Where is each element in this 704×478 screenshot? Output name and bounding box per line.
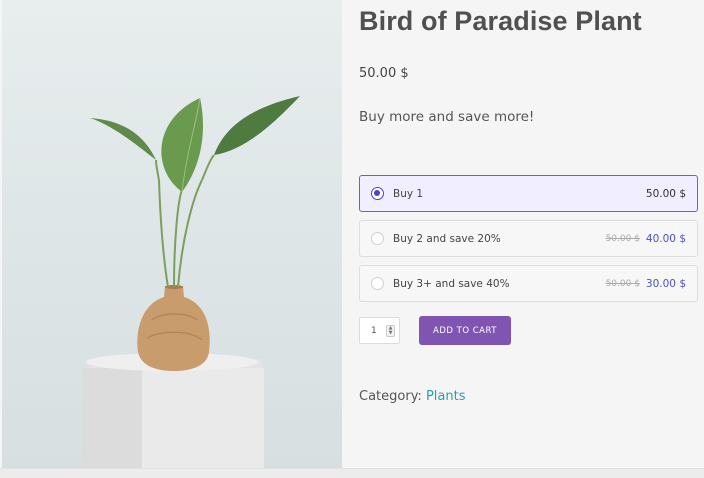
offer-price: 50.00 $ bbox=[645, 187, 686, 200]
radio-button[interactable] bbox=[371, 187, 384, 200]
add-to-cart-button[interactable]: ADD TO CART bbox=[419, 316, 511, 345]
page-bottom-bar bbox=[0, 468, 704, 478]
quantity-input[interactable]: 1 ▲ ▼ bbox=[359, 317, 400, 344]
offer-buy-1[interactable]: Buy 1 50.00 $ bbox=[359, 175, 698, 212]
offer-old-price: 50.00 $ bbox=[605, 278, 640, 289]
offer-price: 40.00 $ bbox=[645, 232, 686, 245]
offer-buy-3[interactable]: Buy 3+ and save 40% 50.00 $ 30.00 $ bbox=[359, 265, 698, 302]
product-summary: Bird of Paradise Plant 50.00 $ Buy more … bbox=[359, 0, 699, 404]
product-price: 50.00 $ bbox=[359, 66, 409, 81]
radio-button[interactable] bbox=[371, 232, 384, 245]
potted-plant-illustration bbox=[82, 96, 300, 468]
offer-label: Buy 3+ and save 40% bbox=[393, 277, 510, 290]
offer-price: 30.00 $ bbox=[645, 277, 686, 290]
product-image bbox=[2, 0, 342, 468]
category-label: Category: bbox=[359, 389, 422, 404]
offer-buy-2[interactable]: Buy 2 and save 20% 50.00 $ 40.00 $ bbox=[359, 220, 698, 257]
offer-old-price: 50.00 $ bbox=[605, 233, 640, 244]
quantity-stepper[interactable]: ▲ ▼ bbox=[386, 325, 395, 337]
add-to-cart-row: 1 ▲ ▼ ADD TO CART bbox=[359, 316, 699, 345]
quantity-value: 1 bbox=[371, 325, 377, 336]
offer-label: Buy 1 bbox=[393, 187, 424, 200]
product-category: Category: Plants bbox=[359, 389, 699, 404]
promo-text: Buy more and save more! bbox=[359, 109, 535, 125]
offer-label: Buy 2 and save 20% bbox=[393, 232, 501, 245]
chevron-down-icon[interactable]: ▼ bbox=[389, 331, 393, 336]
radio-button[interactable] bbox=[371, 277, 384, 290]
quantity-offers: Buy 1 50.00 $ Buy 2 and save 20% 50.00 $… bbox=[359, 175, 699, 302]
product-title: Bird of Paradise Plant bbox=[359, 6, 642, 36]
category-link-plants[interactable]: Plants bbox=[426, 389, 466, 404]
